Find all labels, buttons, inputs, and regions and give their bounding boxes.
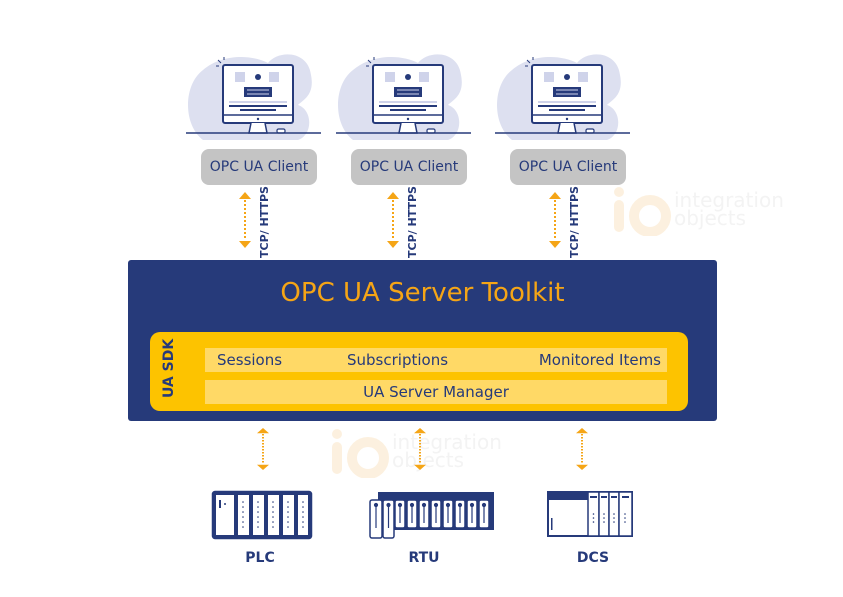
server-title: OPC UA Server Toolkit	[280, 278, 565, 308]
io-logo-icon	[330, 428, 390, 478]
subscriptions-component: Subscriptions	[347, 351, 449, 369]
monitored-items-component: Monitored Items	[538, 351, 661, 369]
bidirectional-arrow-icon	[413, 428, 427, 470]
dcs-icon	[547, 491, 633, 537]
watermark-line2: objects	[674, 206, 747, 230]
protocol-label: TCP/ HTTPS	[568, 186, 581, 258]
bidirectional-arrow-icon	[386, 192, 400, 248]
ua-server-manager: UA Server Manager	[205, 380, 667, 404]
bidirectional-arrow-icon	[548, 192, 562, 248]
monitor-icon	[333, 45, 473, 149]
watermark-logo: integration objects	[612, 186, 843, 236]
opc-ua-client-3: OPC UA Client	[492, 45, 632, 185]
bidirectional-arrow-icon	[238, 192, 252, 248]
opc-ua-client-1: OPC UA Client	[183, 45, 323, 185]
opc-ua-client-2: OPC UA Client	[333, 45, 473, 185]
bidirectional-arrow-icon	[575, 428, 589, 470]
plc-icon	[211, 490, 313, 540]
rtu-icon	[369, 492, 494, 539]
watermark-line2: objects	[392, 448, 465, 472]
opc-ua-server-toolkit: OPC UA Server Toolkit UA SDK Sessions Su…	[128, 260, 717, 421]
sessions-component: Sessions	[217, 351, 283, 369]
bidirectional-arrow-icon	[256, 428, 270, 470]
io-logo-icon	[612, 186, 672, 236]
watermark-logo: integration objects	[330, 428, 590, 478]
ua-sdk-panel: UA SDK Sessions Subscriptions Monitored …	[150, 332, 688, 411]
monitor-icon	[183, 45, 323, 149]
protocol-label: TCP/ HTTPS	[406, 186, 419, 258]
device-label-rtu: RTU	[408, 550, 440, 566]
sdk-components-row: Sessions Subscriptions Monitored Items	[205, 348, 667, 372]
sdk-label: UA SDK	[161, 338, 177, 398]
device-label-dcs: DCS	[576, 550, 610, 566]
monitor-icon	[492, 45, 632, 149]
protocol-label: TCP/ HTTPS	[258, 186, 271, 258]
device-label-plc: PLC	[245, 550, 275, 566]
